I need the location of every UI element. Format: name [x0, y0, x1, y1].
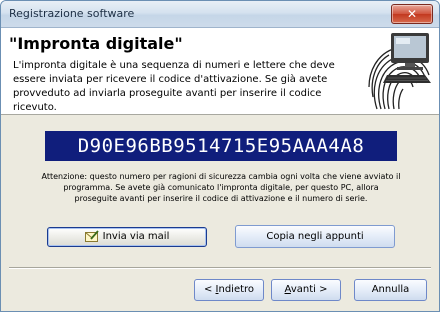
title-bar[interactable]: Registrazione software ✕	[1, 1, 439, 28]
copy-label: Copia negli appunti	[266, 231, 364, 242]
registration-dialog: Registrazione software ✕ "Impronta digit…	[0, 0, 440, 312]
send-mail-button[interactable]: Invia via mail	[47, 227, 207, 247]
back-button[interactable]: < Indietro	[194, 279, 264, 301]
wizard-header: "Impronta digitale" L'impronta digitale …	[1, 28, 439, 115]
next-button[interactable]: Avanti >	[271, 279, 341, 301]
page-description: L'impronta digitale è una sequenza di nu…	[13, 60, 335, 113]
security-note: Attenzione: questo numero per ragioni di…	[41, 172, 401, 203]
cancel-label: Annulla	[371, 284, 410, 295]
fingerprint-code: D90E96BB9514715E95AAA4A8	[45, 131, 397, 161]
computer-fingerprint-icon	[368, 33, 431, 110]
footer-divider	[9, 267, 431, 269]
window-title: Registrazione software	[9, 7, 135, 20]
cancel-button[interactable]: Annulla	[354, 279, 427, 301]
page-title: "Impronta digitale"	[9, 34, 183, 53]
close-button[interactable]: ✕	[391, 4, 433, 24]
send-mail-label: Invia via mail	[102, 231, 170, 242]
close-icon: ✕	[406, 7, 418, 21]
back-label: < Indietro	[203, 284, 255, 295]
copy-to-clipboard-button[interactable]: Copia negli appunti	[235, 225, 395, 248]
next-label: Avanti >	[284, 284, 328, 295]
mail-edit-icon	[84, 230, 99, 242]
